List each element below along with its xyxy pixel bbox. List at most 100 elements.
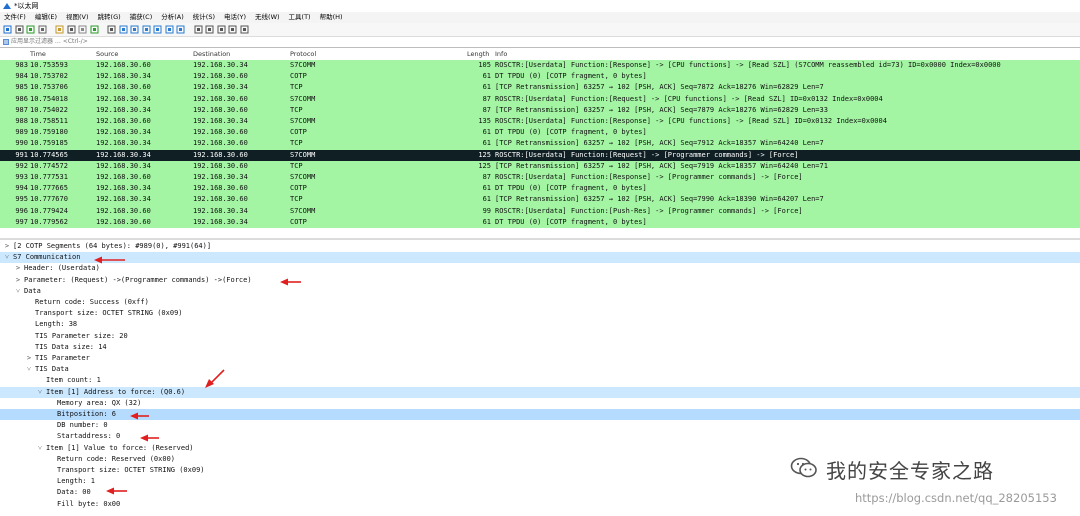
menu-item[interactable]: 文件(F) — [0, 12, 31, 23]
packet-cell-proto: COTP — [290, 128, 307, 137]
menu-item[interactable]: 统计(S) — [189, 12, 220, 23]
packet-cell-src: 192.168.30.60 — [96, 83, 151, 92]
packet-cell-info: ROSCTR:[Userdata] Function:[Request] -> … — [495, 94, 883, 103]
detail-node-text: Startaddress: 0 — [57, 432, 121, 441]
detail-tree-node[interactable]: ˅ Data — [0, 286, 1080, 297]
packet-row[interactable]: 994 10.777665 192.168.30.34 192.168.30.60 CO… — [0, 183, 1080, 195]
detail-tree-node[interactable]: ˅ TIS Data — [0, 364, 1080, 375]
wireshark-fin-icon — [3, 3, 11, 9]
column-header-destination[interactable]: Destination — [193, 48, 230, 60]
detail-tree-node[interactable]: ˅ Item [1] Address to force: (Q0.6) — [0, 386, 1080, 398]
packet-cell-time: 10.774572 — [30, 161, 68, 170]
packet-row[interactable]: 990 10.759185 192.168.30.34 192.168.30.60 TC… — [0, 138, 1080, 150]
shark-fin-start-icon[interactable] — [3, 25, 12, 34]
go-forward-icon[interactable] — [130, 25, 139, 34]
zoom-in-icon[interactable] — [205, 25, 214, 34]
expand-chevron-down-icon[interactable]: ˅ — [14, 286, 22, 297]
packet-cell-src: 192.168.30.34 — [96, 94, 151, 103]
detail-tree-node[interactable]: Return code: Success (0xff) — [0, 297, 1080, 308]
menu-item[interactable]: 工具(T) — [285, 12, 316, 23]
pane-splitter[interactable] — [0, 238, 1080, 240]
menu-item[interactable]: 分析(A) — [157, 12, 189, 23]
stop-icon[interactable] — [15, 25, 24, 34]
packet-row[interactable]: 997 10.779562 192.168.30.60 192.168.30.34 CO… — [0, 216, 1080, 228]
detail-tree-node[interactable]: ˅ S7 Communication — [0, 252, 1080, 264]
expand-chevron-down-icon[interactable]: ˅ — [3, 252, 11, 263]
detail-node-text: Data — [24, 286, 41, 295]
expand-chevron-right-icon[interactable]: > — [25, 353, 33, 364]
save-icon[interactable] — [67, 25, 76, 34]
menu-item[interactable]: 电话(Y) — [220, 12, 251, 23]
packet-row[interactable]: 986 10.754018 192.168.30.34 192.168.30.60 S7… — [0, 93, 1080, 105]
menu-item[interactable]: 帮助(H) — [316, 12, 348, 23]
go-back-icon[interactable] — [119, 25, 128, 34]
packet-row[interactable]: 996 10.779424 192.168.30.60 192.168.30.34 S7… — [0, 205, 1080, 217]
column-header-length[interactable]: Length — [467, 48, 489, 60]
last-packet-icon[interactable] — [165, 25, 174, 34]
display-filter-input[interactable] — [11, 37, 1071, 46]
packet-cell-info: [TCP Retransmission] 63257 → 102 [PSH, A… — [495, 139, 824, 148]
column-header-source[interactable]: Source — [96, 48, 118, 60]
packet-row[interactable]: 991 10.774565 192.168.30.34 192.168.30.60 S7… — [0, 149, 1080, 161]
detail-tree-node[interactable]: > [2 COTP Segments (64 bytes): #989(0), #… — [0, 241, 1080, 252]
detail-node-text: Return code: Success (0xff) — [35, 298, 149, 306]
bookmark-filter-icon[interactable] — [2, 38, 10, 46]
open-folder-icon[interactable] — [55, 25, 64, 34]
detail-tree-node[interactable]: TIS Data size: 14 — [0, 342, 1080, 353]
close-file-icon[interactable] — [78, 25, 87, 34]
expand-chevron-right-icon[interactable]: > — [3, 241, 11, 252]
detail-tree-node[interactable]: > Parameter: (Request) ->(Programmer comm… — [0, 275, 1080, 286]
menu-item[interactable]: 捕获(C) — [126, 12, 158, 23]
options-gear-icon[interactable] — [38, 25, 47, 34]
detail-tree-node[interactable]: > TIS Parameter — [0, 353, 1080, 364]
go-to-packet-icon[interactable] — [142, 25, 151, 34]
detail-tree-node[interactable]: Memory area: QX (32) — [0, 398, 1080, 409]
packet-cell-info: ROSCTR:[Userdata] Function:[Response] ->… — [495, 173, 803, 181]
expand-chevron-down-icon[interactable]: ˅ — [36, 443, 44, 454]
detail-tree-node[interactable]: ˅ Item [1] Value to force: (Reserved) — [0, 443, 1080, 454]
packet-row[interactable]: 988 10.758511 192.168.30.60 192.168.30.34 S7… — [0, 116, 1080, 128]
menu-item[interactable]: 跳转(G) — [94, 12, 126, 23]
packet-cell-time: 10.774565 — [30, 150, 68, 159]
watermark-text: 我的安全专家之路 — [826, 459, 994, 483]
packet-row[interactable]: 993 10.777531 192.168.30.60 192.168.30.34 S7… — [0, 172, 1080, 184]
menu-item[interactable]: 编辑(E) — [31, 12, 62, 23]
packet-row[interactable]: 983 10.753593 192.168.30.60 192.168.30.34 S7… — [0, 60, 1080, 72]
packet-cell-dst: 192.168.30.34 — [193, 61, 248, 69]
zoom-out-icon[interactable] — [217, 25, 226, 34]
menu-item[interactable]: 无线(W) — [251, 12, 285, 23]
resize-columns-icon[interactable] — [240, 25, 249, 34]
detail-tree-node[interactable]: > Header: (Userdata) — [0, 263, 1080, 274]
packet-row[interactable]: 989 10.759180 192.168.30.34 192.168.30.60 CO… — [0, 127, 1080, 139]
packet-cell-len: 61 — [482, 184, 491, 193]
detail-tree-node[interactable]: Startaddress: 0 — [0, 431, 1080, 442]
packet-row[interactable]: 985 10.753706 192.168.30.60 192.168.30.34 TC… — [0, 82, 1080, 94]
autoscroll-icon[interactable] — [176, 25, 185, 34]
detail-tree-node[interactable]: TIS Parameter size: 20 — [0, 331, 1080, 342]
detail-tree-node[interactable]: DB number: 0 — [0, 420, 1080, 431]
menu-item[interactable]: 视图(V) — [62, 12, 94, 23]
column-header-protocol[interactable]: Protocol — [290, 48, 316, 60]
column-header-time[interactable]: Time — [30, 48, 46, 60]
restart-icon[interactable] — [26, 25, 35, 34]
expand-chevron-down-icon[interactable]: ˅ — [36, 387, 44, 398]
packet-row[interactable]: 987 10.754022 192.168.30.34 192.168.30.60 TC… — [0, 104, 1080, 116]
packet-row[interactable]: 984 10.753702 192.168.30.34 192.168.30.60 CO… — [0, 71, 1080, 83]
detail-tree-node[interactable]: Length: 38 — [0, 319, 1080, 330]
zoom-normal-icon[interactable] — [228, 25, 237, 34]
packet-cell-src: 192.168.30.34 — [96, 195, 151, 204]
detail-tree-node[interactable]: Bitposition: 6 — [0, 409, 1080, 421]
detail-tree-node[interactable]: Item count: 1 — [0, 375, 1080, 386]
packet-cell-src: 192.168.30.34 — [96, 184, 151, 193]
find-icon[interactable] — [107, 25, 116, 34]
colorize-icon[interactable] — [194, 25, 203, 34]
detail-tree-node[interactable]: Transport size: OCTET STRING (0x09) — [0, 308, 1080, 319]
expand-chevron-down-icon[interactable]: ˅ — [25, 364, 33, 375]
packet-row[interactable]: 992 10.774572 192.168.30.34 192.168.30.60 TC… — [0, 160, 1080, 172]
reload-icon[interactable] — [90, 25, 99, 34]
expand-chevron-right-icon[interactable]: > — [14, 275, 22, 286]
expand-chevron-right-icon[interactable]: > — [14, 263, 22, 274]
first-packet-icon[interactable] — [153, 25, 162, 34]
packet-row[interactable]: 995 10.777670 192.168.30.34 192.168.30.60 TC… — [0, 194, 1080, 206]
column-header-info[interactable]: Info — [495, 48, 507, 60]
